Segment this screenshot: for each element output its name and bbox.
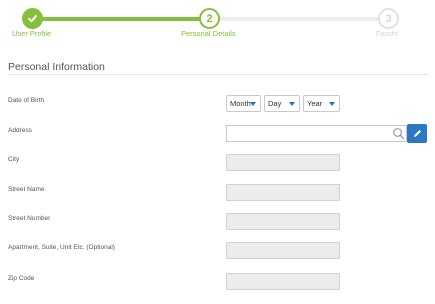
zip-code-label: Zip Code <box>8 275 35 282</box>
chevron-down-icon <box>289 102 295 106</box>
city-label: City <box>8 156 20 163</box>
year-select-value: Year <box>307 99 323 108</box>
day-select[interactable]: Day <box>264 95 300 112</box>
day-select-value: Day <box>268 99 282 108</box>
apartment-input <box>226 242 340 259</box>
stepper-track-incomplete <box>218 17 378 21</box>
street-number-input <box>226 213 340 230</box>
step-1-circle[interactable] <box>22 8 43 29</box>
apartment-label: Apartment, Suite, Unit Etc. (Optional) <box>8 244 115 251</box>
month-select[interactable]: Month <box>226 95 261 112</box>
month-select-value: Month <box>230 99 251 108</box>
edit-address-button[interactable] <box>407 124 427 143</box>
section-title: Personal Information <box>8 61 105 73</box>
step-1-label[interactable]: User Profile <box>12 29 51 38</box>
progress-stepper: 2 3 User Profile Personal Details Finish… <box>0 0 435 48</box>
step-2-label[interactable]: Personal Details <box>181 29 236 38</box>
chevron-down-icon <box>329 102 335 106</box>
street-name-label: Street Name <box>8 186 45 193</box>
chevron-down-icon <box>250 102 256 106</box>
step-3-label: Finish! <box>376 29 399 38</box>
street-name-input <box>226 184 340 201</box>
check-icon <box>28 15 37 23</box>
address-input[interactable] <box>226 125 407 142</box>
pencil-icon <box>413 130 421 137</box>
stepper-track-complete <box>32 17 200 21</box>
city-input <box>226 154 340 171</box>
zip-code-input <box>226 273 340 290</box>
street-number-label: Street Number <box>8 215 51 222</box>
address-label: Address <box>8 127 32 134</box>
section-divider <box>8 74 428 75</box>
search-icon[interactable] <box>392 127 405 140</box>
date-of-birth-label: Date of Birth <box>8 97 45 104</box>
step-3-circle: 3 <box>378 8 399 29</box>
step-2-circle[interactable]: 2 <box>199 8 220 29</box>
year-select[interactable]: Year <box>303 95 340 112</box>
